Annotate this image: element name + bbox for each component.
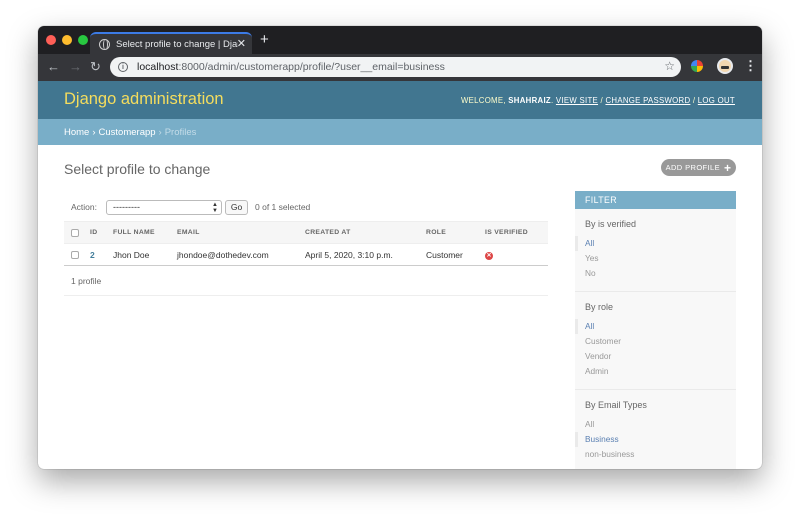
- change-password-link[interactable]: CHANGE PASSWORD: [605, 96, 690, 105]
- filter-group-title: By role: [585, 302, 614, 312]
- filter-group-email-types: By Email Types All Business non-business: [575, 390, 736, 469]
- close-window-button[interactable]: [46, 35, 56, 45]
- welcome-text: WELCOME,: [460, 96, 506, 105]
- view-site-link[interactable]: VIEW SITE: [556, 96, 598, 105]
- reload-icon[interactable]: ↻: [90, 59, 101, 75]
- action-select[interactable]: --------- ▲ ▼: [106, 199, 222, 215]
- row-role: Customer: [422, 243, 481, 266]
- filter-panel: FILTER By is verified All Yes No By role…: [575, 191, 736, 469]
- address-bar[interactable]: i localhost:8000/admin/customerapp/profi…: [110, 57, 681, 77]
- plus-icon: +: [724, 160, 732, 175]
- action-select-value: ---------: [113, 202, 140, 212]
- table-row: 2 Jhon Doe jhondoe@dothedev.com April 5,…: [64, 243, 548, 266]
- row-checkbox[interactable]: [71, 251, 79, 260]
- filter-group-title: By is verified: [585, 219, 637, 229]
- go-button[interactable]: Go: [225, 199, 248, 215]
- tab-title: Select profile to change | Django site a…: [116, 38, 238, 50]
- kebab-menu-icon[interactable]: ⋮: [744, 58, 757, 74]
- table-header-row: ID FULL NAME EMAIL CREATED AT ROLE IS VE…: [64, 221, 548, 244]
- browser-toolbar: ← → ↻ i localhost:8000/admin/customerapp…: [38, 54, 762, 81]
- minimize-window-button[interactable]: [62, 35, 72, 45]
- false-x-icon: ✕: [485, 252, 493, 260]
- action-label: Action:: [71, 202, 97, 212]
- filter-option-vendor[interactable]: Vendor: [575, 349, 736, 364]
- column-is-verified[interactable]: IS VERIFIED: [481, 221, 548, 244]
- breadcrumb-app[interactable]: Customerapp: [99, 127, 156, 138]
- filter-option-all[interactable]: All: [575, 236, 736, 251]
- filter-group-role: By role All Customer Vendor Admin: [575, 292, 736, 390]
- column-full-name[interactable]: FULL NAME: [109, 221, 173, 244]
- filter-group-is-verified: By is verified All Yes No: [575, 209, 736, 292]
- info-icon[interactable]: i: [118, 62, 128, 72]
- filter-option-all[interactable]: All: [575, 417, 736, 432]
- globe-icon: [99, 38, 110, 50]
- filter-option-customer[interactable]: Customer: [575, 334, 736, 349]
- results-table: ID FULL NAME EMAIL CREATED AT ROLE IS VE…: [64, 221, 548, 296]
- breadcrumb-home[interactable]: Home: [64, 127, 89, 138]
- back-arrow-icon[interactable]: ←: [47, 59, 60, 75]
- tab-strip: Select profile to change | Django site a…: [38, 26, 762, 54]
- url-path: :8000/admin/customerapp/profile/?user__e…: [178, 61, 445, 73]
- filter-option-non-business[interactable]: non-business: [575, 447, 736, 462]
- forward-arrow-icon[interactable]: →: [69, 59, 82, 75]
- maximize-window-button[interactable]: [78, 35, 88, 45]
- url-host: localhost: [137, 61, 179, 73]
- log-out-link[interactable]: LOG OUT: [698, 96, 735, 105]
- select-arrows-icon: ▲ ▼: [212, 201, 218, 214]
- column-id[interactable]: ID: [86, 221, 109, 244]
- breadcrumb-current: Profiles: [164, 126, 197, 138]
- row-created-at: April 5, 2020, 3:10 p.m.: [301, 243, 422, 266]
- add-profile-label: ADD PROFILE: [665, 163, 720, 172]
- column-created-at[interactable]: CREATED AT: [301, 221, 422, 244]
- row-id-link[interactable]: 2: [86, 243, 109, 266]
- bookmark-star-icon[interactable]: ☆: [664, 59, 675, 73]
- select-all-checkbox[interactable]: [71, 228, 79, 237]
- filter-option-no[interactable]: No: [575, 266, 736, 281]
- page-title: Select profile to change: [64, 161, 211, 177]
- column-role[interactable]: ROLE: [422, 221, 481, 244]
- filter-option-yes[interactable]: Yes: [575, 251, 736, 266]
- selected-count: 0 of 1 selected: [255, 202, 311, 212]
- filter-option-admin[interactable]: Admin: [575, 364, 736, 379]
- filter-title: FILTER: [575, 191, 736, 209]
- breadcrumb: Home › Customerapp › Profiles: [38, 119, 762, 145]
- filter-option-all[interactable]: All: [575, 319, 736, 334]
- close-icon[interactable]: ✕: [237, 37, 246, 50]
- window-controls: [46, 35, 88, 45]
- column-email[interactable]: EMAIL: [173, 221, 301, 244]
- extension-icon[interactable]: [691, 60, 703, 72]
- username: SHAHRAIZ: [508, 96, 551, 105]
- actions-bar: Action: --------- ▲ ▼ Go 0 of 1 selected: [64, 197, 548, 217]
- add-profile-button[interactable]: ADD PROFILE +: [661, 159, 736, 176]
- paginator: 1 profile: [64, 266, 548, 296]
- user-tools: WELCOME, SHAHRAIZ. VIEW SITE / CHANGE PA…: [460, 96, 735, 105]
- site-header: Django administration WELCOME, SHAHRAIZ.…: [38, 81, 762, 119]
- browser-window: Select profile to change | Django site a…: [38, 26, 762, 469]
- browser-tab[interactable]: Select profile to change | Django site a…: [90, 32, 252, 54]
- url-text: localhost:8000/admin/customerapp/profile…: [137, 61, 445, 73]
- site-branding[interactable]: Django administration: [64, 90, 224, 109]
- row-email: jhondoe@dothedev.com: [173, 243, 301, 266]
- profile-avatar[interactable]: [717, 58, 733, 74]
- filter-option-business[interactable]: Business: [575, 432, 736, 447]
- new-tab-button[interactable]: +: [260, 32, 269, 47]
- filter-group-title: By Email Types: [585, 400, 647, 410]
- row-full-name: Jhon Doe: [109, 243, 173, 266]
